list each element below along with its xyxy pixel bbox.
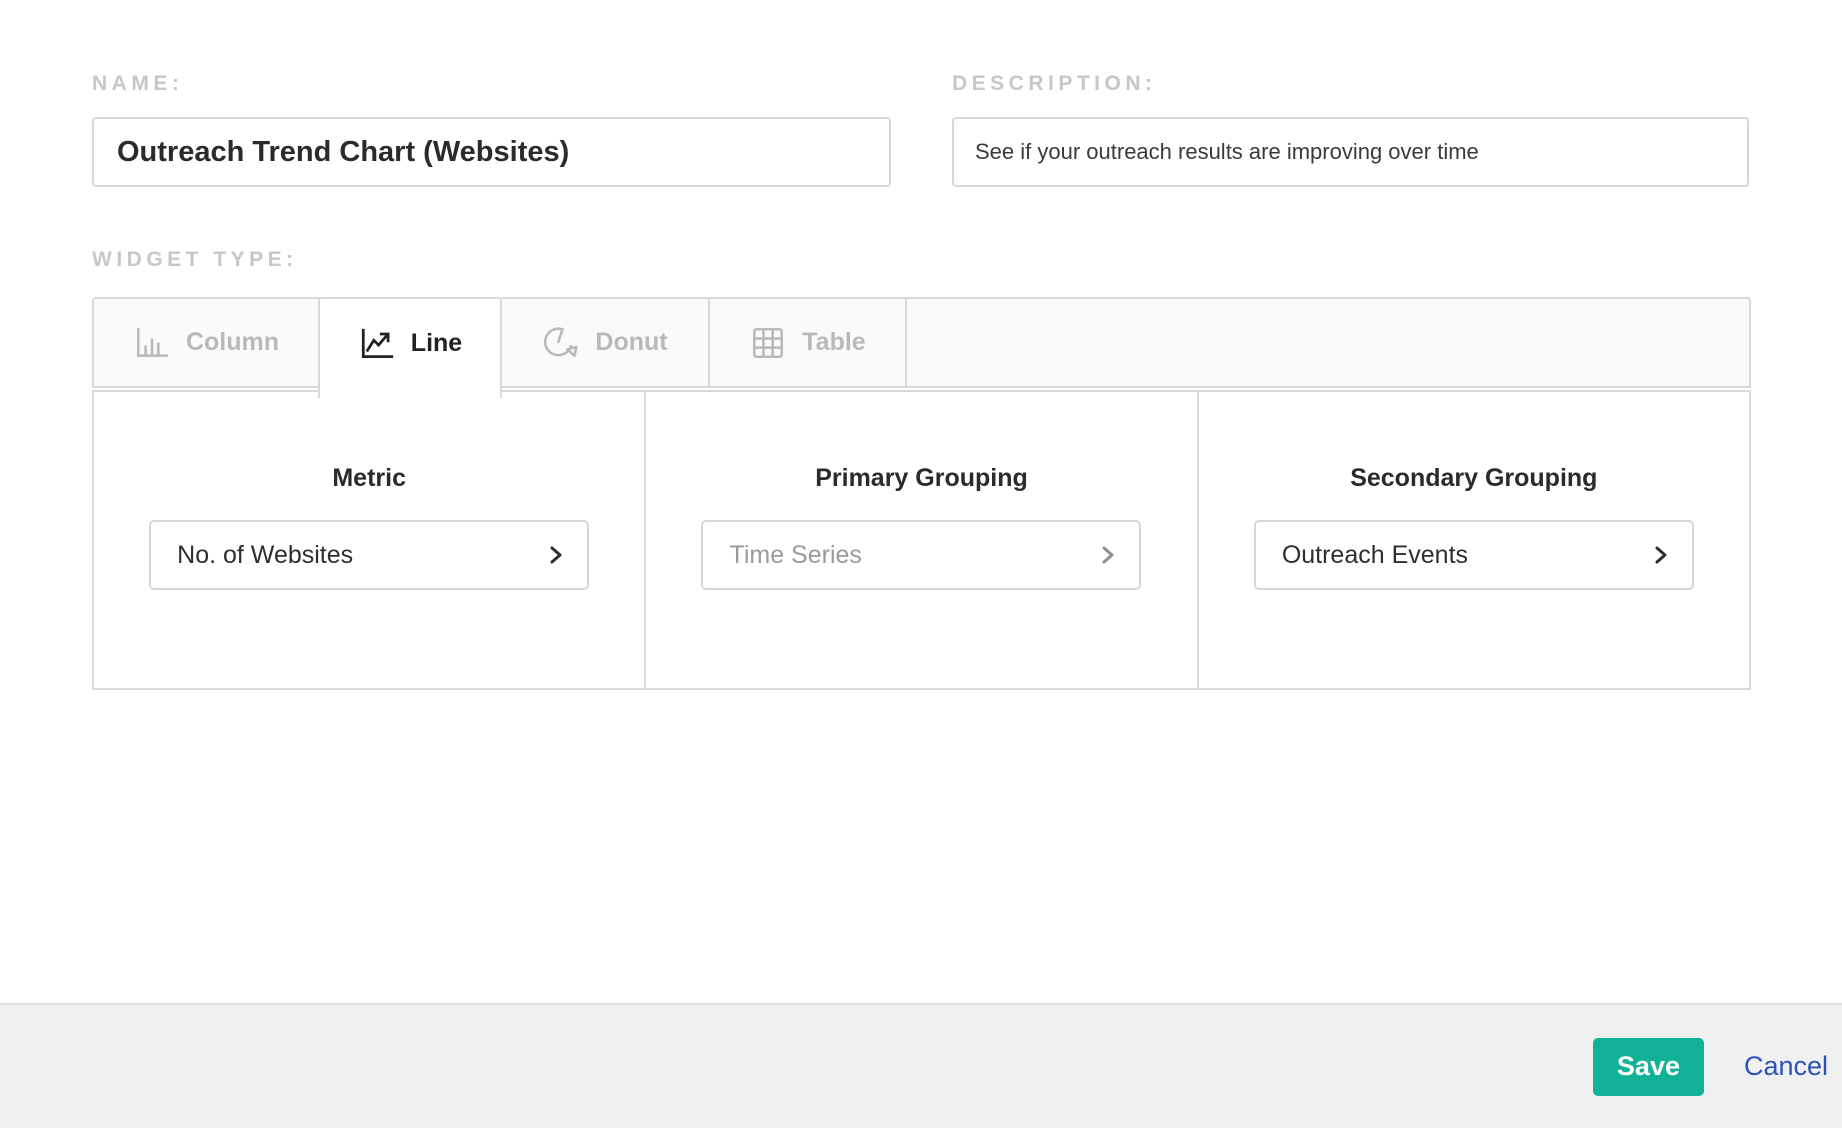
- chevron-right-icon: [1097, 543, 1119, 567]
- panel-heading: Metric: [94, 464, 644, 493]
- widget-type-tabs: Column Line Donut: [92, 297, 1751, 388]
- panel-heading: Secondary Grouping: [1199, 464, 1749, 493]
- cancel-button[interactable]: Cancel: [1744, 1051, 1828, 1082]
- table-icon: [749, 326, 787, 360]
- tab-donut[interactable]: Donut: [502, 297, 710, 388]
- chevron-right-icon: [1650, 543, 1672, 567]
- panel-primary-grouping: Primary Grouping Time Series: [646, 392, 1198, 688]
- tab-label: Table: [802, 328, 865, 357]
- selector-value: Outreach Events: [1282, 541, 1468, 570]
- chevron-right-icon: [545, 543, 567, 567]
- panel-metric: Metric No. of Websites: [94, 392, 646, 688]
- description-input[interactable]: [952, 117, 1749, 187]
- column-chart-icon: [133, 326, 171, 360]
- widget-type-label: WIDGET TYPE:: [92, 248, 298, 272]
- panel-heading: Primary Grouping: [646, 464, 1196, 493]
- tab-table[interactable]: Table: [710, 297, 907, 388]
- name-label: NAME:: [92, 72, 183, 96]
- tab-column[interactable]: Column: [92, 297, 320, 388]
- primary-grouping-selector[interactable]: Time Series: [701, 520, 1141, 590]
- donut-chart-icon: [542, 325, 580, 361]
- line-chart-icon: [358, 327, 396, 361]
- tabs-filler: [907, 297, 1751, 388]
- description-label: DESCRIPTION:: [952, 72, 1157, 96]
- metric-selector[interactable]: No. of Websites: [149, 520, 589, 590]
- tab-label: Column: [186, 328, 279, 357]
- dialog-footer: Save Cancel: [0, 1003, 1842, 1128]
- tab-label: Donut: [595, 328, 667, 357]
- selector-value: Time Series: [729, 541, 861, 570]
- tab-label: Line: [411, 329, 462, 358]
- secondary-grouping-selector[interactable]: Outreach Events: [1254, 520, 1694, 590]
- widget-editor-dialog: NAME: DESCRIPTION: WIDGET TYPE: Column: [0, 0, 1842, 1128]
- widget-config-panels: Metric No. of Websites Primary Grouping …: [92, 390, 1751, 690]
- selector-value: No. of Websites: [177, 541, 353, 570]
- panel-secondary-grouping: Secondary Grouping Outreach Events: [1199, 392, 1749, 688]
- tab-line[interactable]: Line: [318, 297, 502, 398]
- save-button[interactable]: Save: [1593, 1038, 1704, 1096]
- name-input[interactable]: [92, 117, 891, 187]
